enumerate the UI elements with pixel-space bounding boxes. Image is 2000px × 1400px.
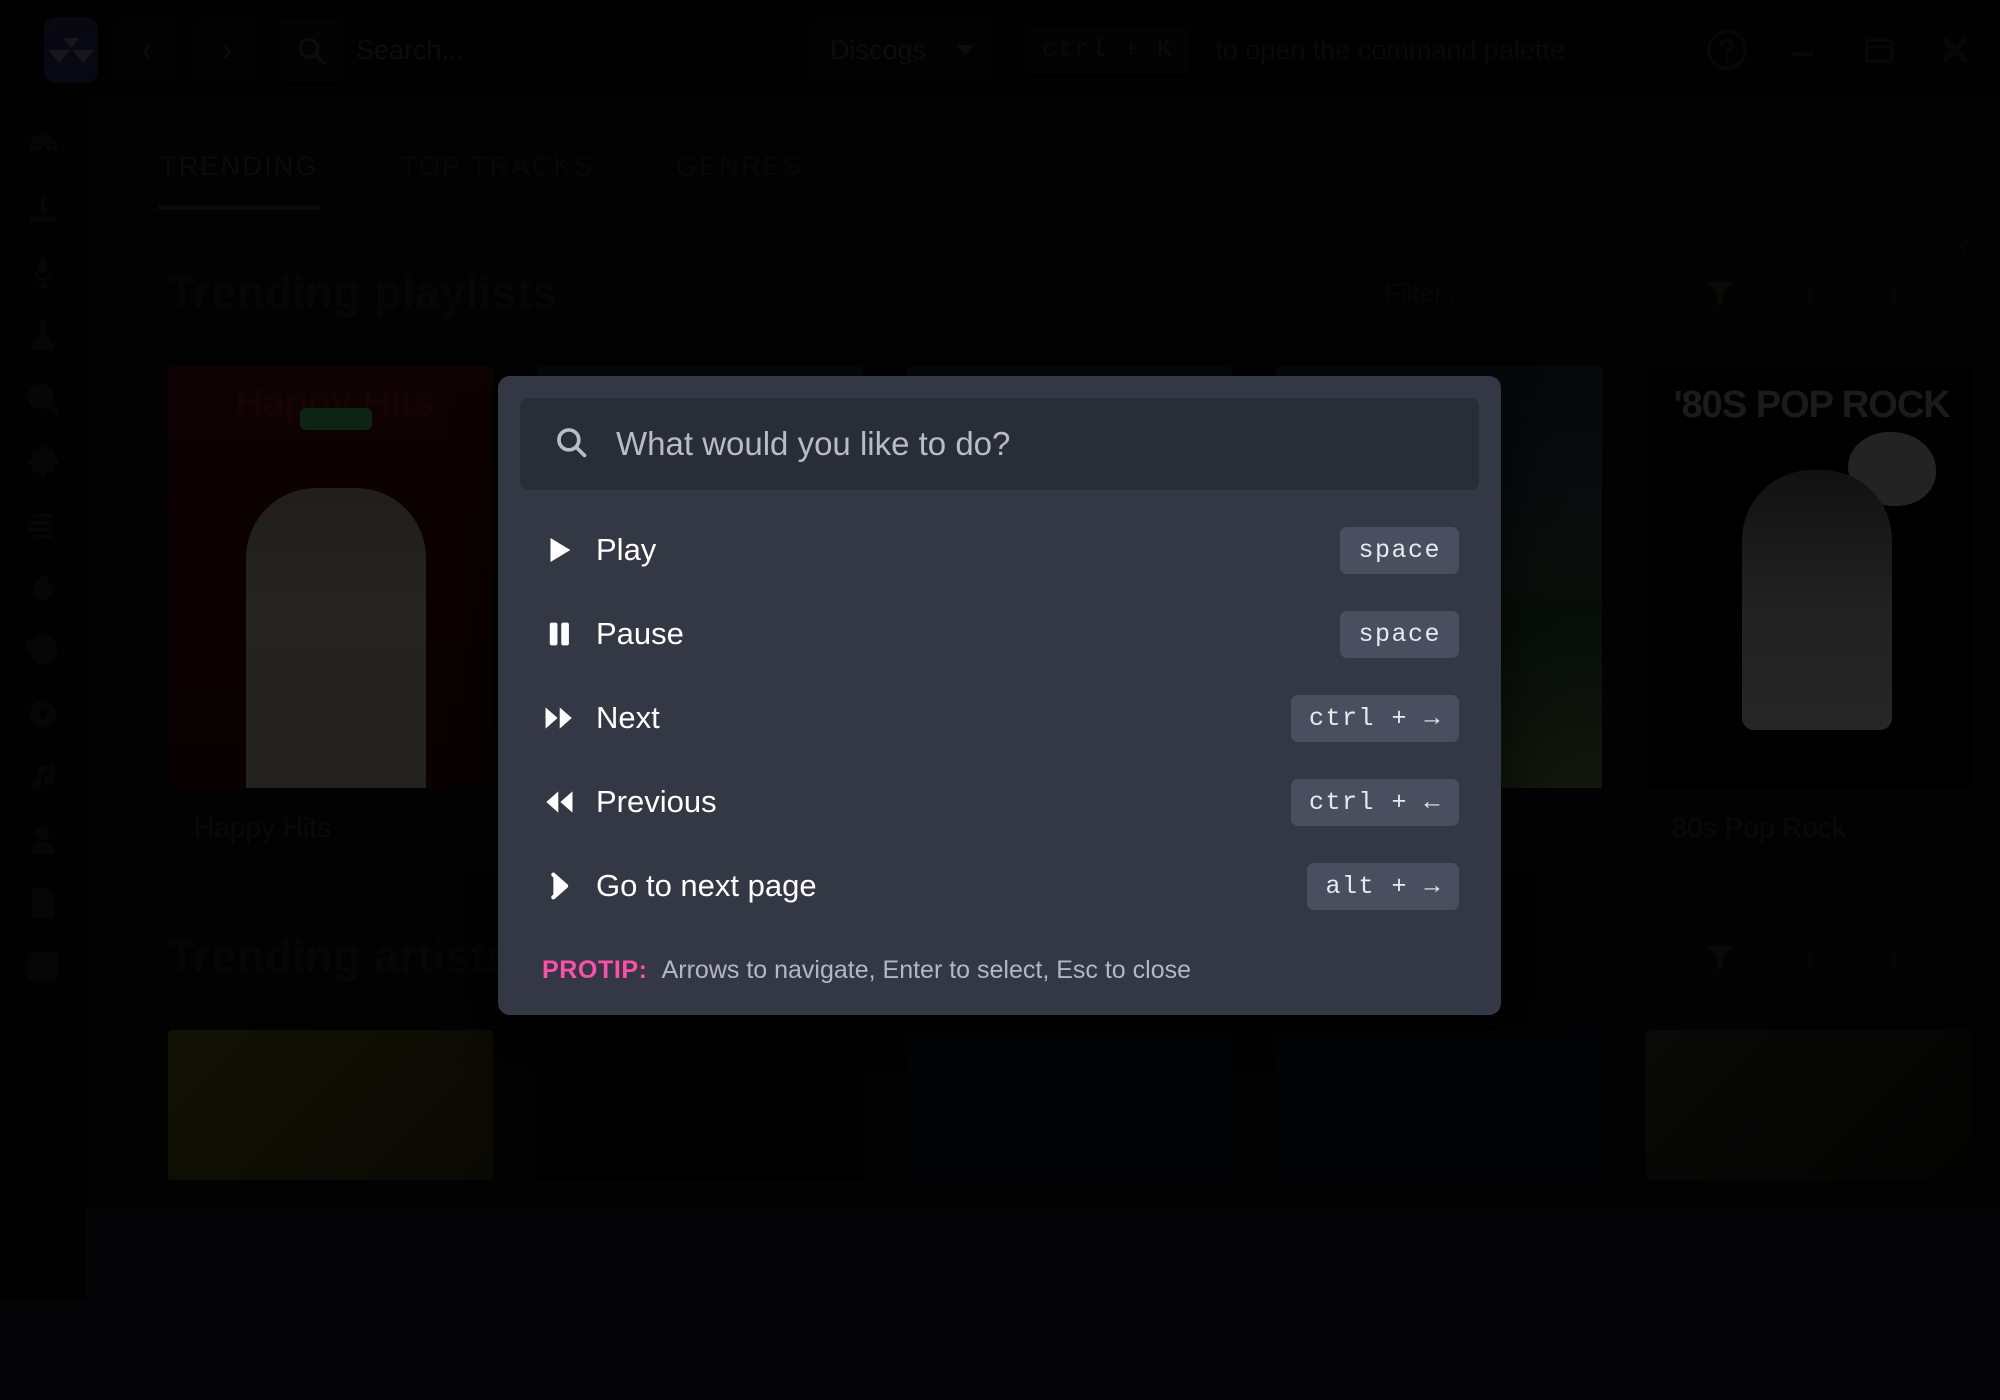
chevron-right-icon	[542, 869, 596, 903]
command-shortcut: ctrl + →	[1291, 695, 1459, 742]
next-icon	[542, 701, 596, 735]
command-label: Pause	[596, 616, 1340, 652]
play-icon	[542, 533, 596, 567]
protip-label: PROTIP:	[542, 956, 648, 985]
command-item-next[interactable]: Next ctrl + →	[520, 676, 1479, 760]
command-palette: What would you like to do? Play space Pa…	[498, 376, 1501, 1015]
command-palette-footer: PROTIP: Arrows to navigate, Enter to sel…	[520, 932, 1479, 993]
command-label: Go to next page	[596, 868, 1307, 904]
command-palette-placeholder: What would you like to do?	[616, 425, 1010, 463]
command-item-play[interactable]: Play space	[520, 508, 1479, 592]
command-item-previous[interactable]: Previous ctrl + ←	[520, 760, 1479, 844]
command-shortcut: space	[1340, 527, 1459, 574]
command-list: Play space Pause space Next ctrl + →	[520, 490, 1479, 932]
pause-icon	[542, 617, 596, 651]
command-shortcut: space	[1340, 611, 1459, 658]
command-shortcut: ctrl + ←	[1291, 779, 1459, 826]
command-label: Next	[596, 700, 1291, 736]
command-label: Play	[596, 532, 1340, 568]
command-item-pause[interactable]: Pause space	[520, 592, 1479, 676]
previous-icon	[542, 785, 596, 819]
app-window: ‹ › Search... Discogs ctrl + K to open t…	[0, 0, 2000, 1400]
command-item-go-to-next-page[interactable]: Go to next page alt + →	[520, 844, 1479, 928]
command-palette-input[interactable]: What would you like to do?	[520, 398, 1479, 490]
protip-text: Arrows to navigate, Enter to select, Esc…	[662, 956, 1191, 985]
command-shortcut: alt + →	[1307, 863, 1459, 910]
command-label: Previous	[596, 784, 1291, 820]
search-icon	[554, 425, 588, 464]
